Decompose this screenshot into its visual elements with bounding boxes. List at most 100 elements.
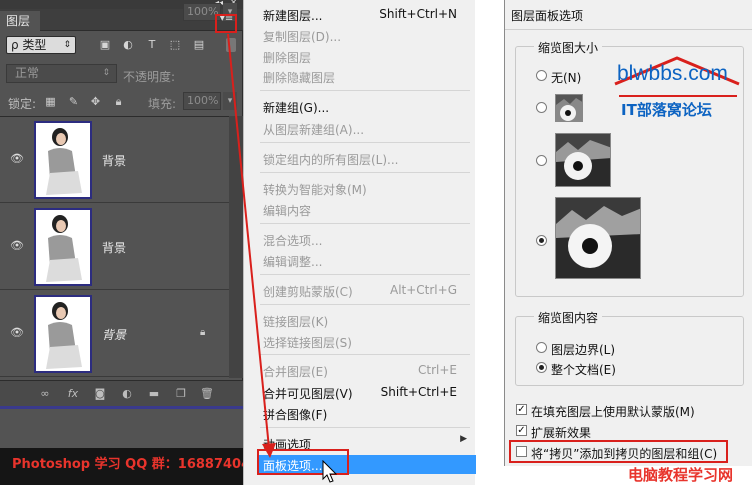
menu-item[interactable]: 删除隐藏图层 (263, 69, 335, 86)
person-thumbnail-icon (36, 297, 90, 371)
layer-row[interactable]: 👁︎ 背景 (0, 204, 229, 290)
menu-item[interactable]: 复制图层(D)... (263, 28, 341, 45)
default-masks-checkbox[interactable]: ✓ (516, 404, 527, 415)
menu-item-shortcut: Shift+Ctrl+E (380, 385, 457, 399)
expand-effects-checkbox[interactable]: ✓ (516, 425, 527, 436)
layer-thumbnail (34, 208, 92, 286)
filter-kind-select[interactable]: ρ 类型 ⇕ (6, 36, 76, 54)
content-bounds-radio[interactable] (536, 342, 547, 353)
lock-all-icon[interactable]: 🔒︎ (112, 96, 125, 108)
thumb-small-radio[interactable] (536, 102, 547, 113)
menu-item[interactable]: 新建组(G)... (263, 99, 329, 116)
layer-name: 背景 (102, 154, 127, 168)
menu-separator (260, 274, 470, 275)
eye-icon[interactable]: 👁︎ (10, 327, 24, 339)
person-thumbnail-icon (36, 210, 90, 284)
menu-item[interactable]: 合并可见图层(V) (263, 385, 353, 402)
layer-row[interactable]: 👁︎ 背景 🔒︎ (0, 291, 229, 377)
flower-thumbnail-icon (556, 134, 610, 186)
layer-list-scrollbar[interactable] (229, 116, 243, 378)
menu-item[interactable]: 创建剪贴蒙版(C) (263, 283, 353, 300)
fill-dropdown-icon[interactable]: ▾ (223, 92, 237, 110)
menu-item[interactable]: 拼合图像(F) (263, 406, 327, 423)
blend-mode-value: 正常 (15, 66, 40, 80)
expand-effects-label: 扩展新效果 (531, 426, 592, 440)
menu-item[interactable]: 编辑内容 (263, 202, 311, 219)
fill-label: 填充: (148, 97, 177, 111)
content-bounds-label: 图层边界(L) (551, 343, 616, 357)
logo-subtext: IT部落窝论坛 (621, 101, 712, 119)
menu-separator (260, 304, 470, 305)
menu-item[interactable]: 选择链接图层(S) (263, 334, 352, 351)
qq-group-banner: Photoshop 学习 QQ 群：168874041 (0, 448, 259, 485)
dialog-title: 图层面板选项 (505, 0, 752, 30)
link-icon[interactable]: ∞ (38, 388, 52, 400)
blend-mode-select[interactable]: 正常 ⇕ (6, 64, 117, 83)
thumb-medium-preview (555, 133, 611, 187)
trash-icon[interactable]: 🗑︎ (200, 388, 214, 400)
thumb-medium-radio[interactable] (536, 155, 547, 166)
thumb-large-radio[interactable] (536, 235, 547, 246)
annotation-highlight-box (215, 14, 237, 33)
thumb-small-preview (555, 94, 583, 122)
screenshot-root: ◂◂ ✕ 图层 ρ 类型⇕ ▣ ◐ T ⬚ ▤ 正常⇕ 不透明度: 100% ▾… (0, 0, 752, 485)
filter-row: ρ 类型 ⇕ ▣ ◐ T ⬚ ▤ (0, 32, 243, 58)
person-thumbnail-icon (36, 123, 90, 197)
lock-brush-icon[interactable]: ✎ (67, 96, 80, 108)
filter-toggle[interactable] (226, 38, 236, 52)
smart-object-filter-icon[interactable]: ▤ (192, 39, 206, 51)
layer-thumbnail (34, 295, 92, 373)
logo-text: blwbbs.com (617, 62, 728, 85)
flower-thumbnail-icon (556, 95, 582, 121)
menu-item[interactable]: 转换为智能对象(M) (263, 181, 367, 198)
menu-item[interactable]: 合并图层(E) (263, 363, 328, 380)
menu-item[interactable]: 混合选项... (263, 232, 322, 249)
lock-label: 锁定: (8, 97, 37, 111)
chevron-updown-icon: ⇕ (63, 40, 71, 50)
fill-input[interactable]: 100% (183, 92, 221, 110)
content-document-radio[interactable] (536, 362, 547, 373)
thumb-none-radio[interactable] (536, 70, 547, 81)
lock-transparent-icon[interactable]: ▦ (44, 96, 57, 108)
mask-icon[interactable]: ◙ (93, 388, 107, 400)
flower-thumbnail-icon (556, 198, 640, 278)
menu-item[interactable]: 链接图层(K) (263, 313, 328, 330)
layer-name: 背景 (102, 328, 127, 342)
blend-row: 正常 ⇕ 不透明度: (0, 62, 243, 86)
menu-separator (260, 223, 470, 224)
opacity-label: 不透明度: (123, 70, 176, 84)
panel-context-menu: 新建图层... Shift+Ctrl+N 复制图层(D)... 删除图层 删除隐藏图层新… (243, 0, 476, 485)
menu-item[interactable]: 从图层新建组(A)... (263, 121, 364, 138)
chevron-updown-icon: ⇕ (102, 68, 110, 78)
group-title: 缩览图内容 (534, 309, 603, 326)
menu-item[interactable]: 编辑调整... (263, 253, 322, 270)
filter-kind-label: ρ 类型 (11, 38, 47, 52)
layer-row[interactable]: 👁︎ 背景 (0, 117, 229, 203)
layer-lock-icon: 🔒︎ (200, 327, 206, 338)
annotation-highlight-box (509, 440, 728, 463)
menu-item[interactable]: 锁定组内的所有图层(L)... (263, 151, 399, 168)
menu-separator (260, 172, 470, 173)
menu-separator (260, 142, 470, 143)
image-filter-icon[interactable]: ▣ (98, 39, 112, 51)
menu-item[interactable]: 新建图层... (263, 7, 322, 24)
shape-filter-icon[interactable]: ⬚ (168, 39, 182, 51)
folder-icon[interactable]: ▬ (147, 388, 161, 400)
menu-item[interactable]: 删除图层 (263, 49, 311, 66)
lock-move-icon[interactable]: ✥ (89, 96, 102, 108)
layer-name: 背景 (102, 241, 127, 255)
layer-list: 👁︎ 背景 👁︎ 背景 👁︎ 背景 🔒︎ (0, 116, 229, 378)
tab-layers[interactable]: 图层 (0, 11, 40, 31)
default-masks-label: 在填充图层上使用默认蒙版(M) (531, 405, 695, 419)
text-filter-icon[interactable]: T (145, 39, 159, 51)
adjustment-icon[interactable]: ◐ (120, 388, 134, 400)
menu-separator (260, 90, 470, 91)
layers-panel: ◂◂ ✕ 图层 ρ 类型⇕ ▣ ◐ T ⬚ ▤ 正常⇕ 不透明度: 100% ▾… (0, 0, 243, 448)
watermark: 电脑教程学习网 (628, 466, 734, 484)
eye-icon[interactable]: 👁︎ (10, 153, 24, 165)
new-layer-icon[interactable]: ❐ (174, 388, 188, 400)
adjustment-filter-icon[interactable]: ◐ (121, 39, 135, 51)
submenu-arrow-icon: ▶ (460, 434, 467, 444)
fx-icon[interactable]: fx (66, 388, 80, 400)
eye-icon[interactable]: 👁︎ (10, 240, 24, 252)
